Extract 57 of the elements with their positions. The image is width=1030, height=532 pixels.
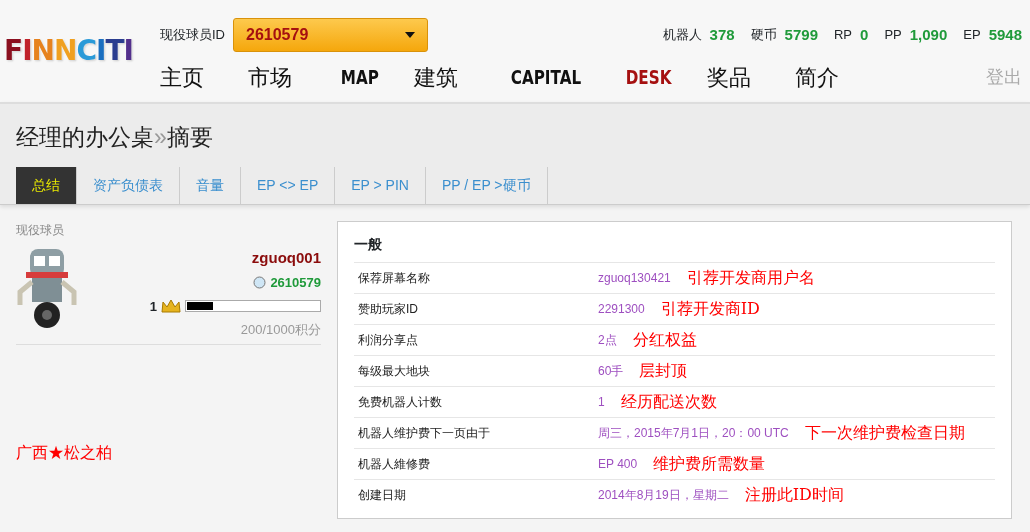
rank-number: 1 [149, 297, 157, 316]
handwritten-note: 分红权益 [632, 328, 697, 351]
stat-value: 5948 [988, 24, 1022, 45]
handwritten-note: 维护费所需数量 [653, 452, 766, 475]
field-label: 保荐屏幕名称 [358, 269, 431, 287]
card-title: 一般 [354, 234, 383, 254]
section-heading: 现役球员 [16, 221, 65, 239]
stat-label: 硬币 [750, 26, 777, 45]
stat-label: 机器人 [662, 26, 702, 45]
field-label: 机器人维护费下一页由于 [358, 424, 491, 442]
nav-link[interactable]: CAPITAL [510, 62, 581, 92]
page-title: 经理的办公桌»摘要 [15, 123, 214, 152]
nav-link[interactable]: 简介 [794, 60, 839, 94]
nav-link[interactable]: MAP [340, 62, 379, 92]
logo[interactable]: FINNCITI [4, 30, 133, 72]
coin-icon [253, 276, 267, 290]
player-name: zguoq001 [251, 247, 321, 268]
field-label: 免费机器人计数 [358, 393, 443, 411]
field-value: 2291300 [598, 300, 645, 318]
handwritten-note: 下一次维护费检查日期 [804, 421, 965, 444]
nav-link[interactable]: 建筑 [413, 60, 458, 94]
points-text: 200/1000积分 [240, 321, 321, 339]
field-label: 赞助玩家ID [358, 300, 419, 318]
stat-value: 0 [860, 24, 869, 45]
nav-link[interactable]: 市场 [248, 60, 292, 94]
handwritten-note: 引荐开发商用户名 [686, 266, 815, 289]
field-value: 2点 [598, 331, 617, 349]
nav-link[interactable]: DESK [625, 62, 671, 92]
field-value: 1 [598, 393, 605, 411]
stat-label: EP [963, 26, 981, 45]
field-value: 2014年8月19日，星期二 [598, 486, 729, 504]
handwritten-note: 广西★松之柏 [16, 441, 113, 464]
field-value: zguoq130421 [598, 269, 671, 287]
stat-value: 5799 [784, 24, 818, 45]
handwritten-note: 注册此ID时间 [744, 483, 844, 506]
stat-label: PP [884, 26, 902, 45]
player-id-select[interactable]: 2610579 [233, 18, 428, 52]
tab[interactable]: 总结 [16, 166, 77, 204]
crown-icon [161, 299, 181, 314]
nav-link[interactable]: 主页 [160, 60, 204, 94]
stat-label: RP [834, 26, 853, 45]
stat-value: 1,090 [909, 24, 948, 45]
handwritten-note: 引荐开发商ID [660, 297, 760, 320]
field-label: 创建日期 [358, 486, 407, 504]
player-id-label: 现役球员ID [160, 26, 225, 45]
field-label: 每级最大地块 [358, 362, 431, 380]
handwritten-note: 经历配送次数 [620, 390, 717, 413]
player-id: 2610579 [270, 274, 321, 292]
field-label: 机器人維修费 [358, 455, 431, 473]
field-label: 利润分享点 [358, 331, 419, 349]
field-value: EP 400 [598, 455, 638, 473]
field-value: 60手 [598, 362, 624, 380]
nav-link[interactable]: 奖品 [706, 60, 751, 94]
handwritten-note: 层封顶 [639, 359, 688, 382]
field-value: 周三，2015年7月1日，20：00 UTC [598, 424, 789, 442]
caret-icon [405, 32, 415, 38]
stat-value: 378 [709, 24, 735, 45]
